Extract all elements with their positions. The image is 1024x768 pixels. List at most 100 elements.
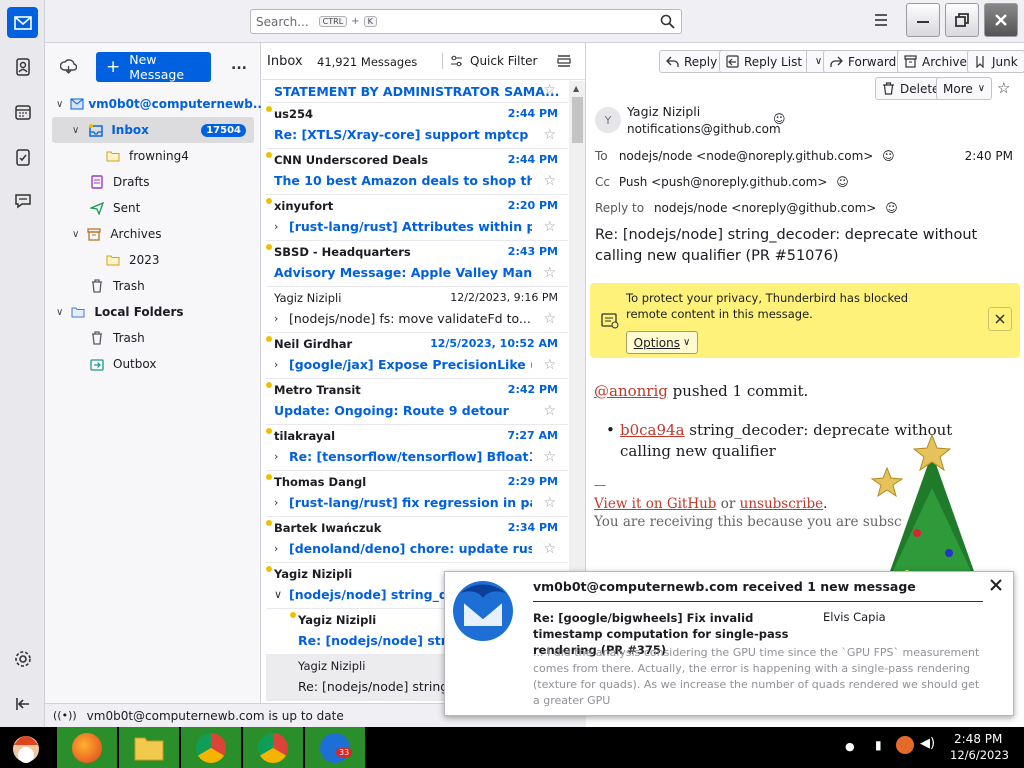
message-row[interactable]: Neil Girdhar 12/5/2023, 10:52 AM › [google/… <box>266 333 568 379</box>
folder-trash[interactable]: Trash <box>45 273 261 299</box>
restore-button[interactable] <box>945 3 979 37</box>
star-icon[interactable]: ☆ <box>543 403 556 419</box>
junk-button[interactable]: Junk <box>967 50 1024 73</box>
star-icon[interactable]: ☆ <box>543 82 556 98</box>
star-icon[interactable]: ☆ <box>543 127 556 143</box>
unread-dot-icon[interactable] <box>266 382 272 388</box>
contact-icon[interactable]: ☺ <box>836 175 849 189</box>
volume-icon[interactable]: ◀) <box>920 736 935 751</box>
reply-to-address[interactable]: nodejs/node <noreply@github.com> <box>654 201 876 215</box>
contact-icon[interactable]: ☺ <box>882 149 895 163</box>
network-icon[interactable]: ▮ <box>875 738 882 752</box>
contact-icon[interactable]: ☺ <box>885 201 898 215</box>
clock-time[interactable]: 2:48 PM <box>954 732 1002 746</box>
reply-button[interactable]: Reply <box>659 50 725 73</box>
unread-dot-icon[interactable] <box>266 198 272 204</box>
chevron-right-icon[interactable]: › <box>274 220 278 233</box>
firefox-taskbar-button[interactable] <box>57 727 117 768</box>
show-hidden-icons-dot[interactable]: ● <box>845 740 855 753</box>
address-book-icon[interactable] <box>7 51 38 82</box>
account-row[interactable]: ∨ vm0b0t@computernewb... <box>45 91 267 117</box>
from-email[interactable]: notifications@github.com <box>627 122 781 136</box>
view-on-github-link[interactable]: View it on GitHub <box>594 496 716 512</box>
user-link[interactable]: @anonrig <box>594 382 668 400</box>
unread-dot-icon[interactable] <box>290 612 296 618</box>
from-name[interactable]: Yagiz Nizipli <box>627 104 700 119</box>
search-input[interactable]: Search... CTRL + K <box>250 9 682 34</box>
star-icon[interactable]: ☆ <box>543 541 556 557</box>
star-icon[interactable]: ☆ <box>997 79 1010 97</box>
chrome-taskbar-button[interactable] <box>181 727 241 768</box>
message-row[interactable]: xinyufort 2:20 PM › [rust-lang/rust] Attrib… <box>266 195 568 241</box>
commit-link[interactable]: b0ca94a <box>620 421 685 439</box>
folder-inbox[interactable]: ∨ Inbox 17504 <box>52 117 254 143</box>
chrome-2-taskbar-button[interactable] <box>243 727 303 768</box>
mail-icon[interactable] <box>7 7 38 38</box>
folder-sent[interactable]: Sent <box>45 195 261 221</box>
unread-dot-icon[interactable] <box>266 474 272 480</box>
close-window-button[interactable] <box>984 3 1018 37</box>
chevron-right-icon[interactable]: › <box>274 542 278 555</box>
folder-2023[interactable]: 2023 <box>45 247 261 273</box>
star-icon[interactable]: ☆ <box>543 495 556 511</box>
chat-icon[interactable] <box>7 185 38 216</box>
thunderbird-taskbar-button[interactable]: 33 <box>305 727 365 768</box>
message-row[interactable]: Yagiz Nizipli 12/2/2023, 9:16 PM › [nodejs/… <box>266 287 568 333</box>
archive-button[interactable]: Archive <box>897 50 974 73</box>
star-icon[interactable]: ☆ <box>543 357 556 373</box>
new-mail-notification[interactable]: vm0b0t@computernewb.com received 1 new m… <box>444 571 1014 716</box>
thunderbird-tray-icon[interactable] <box>896 736 914 754</box>
tasks-icon[interactable] <box>7 141 38 172</box>
star-icon[interactable]: ☆ <box>543 173 556 189</box>
folder-drafts[interactable]: Drafts <box>45 169 261 195</box>
star-icon[interactable]: ☆ <box>543 449 556 465</box>
scroll-thumb[interactable] <box>572 97 583 143</box>
star-icon[interactable]: ☆ <box>543 311 556 327</box>
folder-frowning4[interactable]: frowning4 <box>45 143 261 169</box>
new-message-button[interactable]: + New Message <box>96 52 211 82</box>
clock-date[interactable]: 12/6/2023 <box>950 748 1009 762</box>
folder-pane-more-button[interactable]: ... <box>231 57 247 73</box>
pinned-message-row[interactable]: STATEMENT BY ADMINISTRATOR SAMA... ☆ <box>266 81 568 103</box>
message-row[interactable]: Bartek Iwańczuk 2:34 PM › [denoland/deno] c… <box>266 517 568 563</box>
chevron-down-icon[interactable]: ∨ <box>274 588 282 601</box>
popup-close-button[interactable] <box>990 579 1002 594</box>
file-manager-taskbar-button[interactable] <box>119 727 179 768</box>
chevron-right-icon[interactable]: › <box>274 358 278 371</box>
star-icon[interactable]: ☆ <box>543 219 556 235</box>
chevron-right-icon[interactable]: › <box>274 496 278 509</box>
minimize-button[interactable] <box>906 3 940 37</box>
search-icon[interactable] <box>660 14 675 32</box>
message-row[interactable]: tilakrayal 7:27 AM › Re: [tensorflow/tensor… <box>266 425 568 471</box>
unread-dot-icon[interactable] <box>266 566 272 572</box>
unread-dot-icon[interactable] <box>266 244 272 250</box>
more-button[interactable]: More ∨ <box>936 77 993 100</box>
close-notice-button[interactable] <box>988 307 1012 331</box>
message-row[interactable]: CNN Underscored Deals 2:44 PM The 10 best … <box>266 149 568 195</box>
reply-list-button[interactable]: Reply List ∨ <box>719 50 832 73</box>
message-row[interactable]: Thomas Dangl 2:29 PM › [rust-lang/rust] fix… <box>266 471 568 517</box>
start-button[interactable] <box>6 730 46 766</box>
folder-outbox[interactable]: Outbox <box>45 351 261 377</box>
unread-dot-icon[interactable] <box>266 336 272 342</box>
app-menu-icon[interactable] <box>873 13 889 27</box>
chevron-right-icon[interactable]: › <box>274 450 278 463</box>
message-row[interactable]: us254 2:44 PM Re: [XTLS/Xray-core] support… <box>266 103 568 149</box>
unread-dot-icon[interactable] <box>266 106 272 112</box>
local-folders-row[interactable]: ∨ Local Folders <box>45 299 261 325</box>
folder-local-trash[interactable]: Trash <box>45 325 261 351</box>
folder-archives[interactable]: ∨ Archives <box>45 221 261 247</box>
collapse-spaces-icon[interactable] <box>7 688 38 719</box>
online-status-icon[interactable]: ((•)) <box>53 709 77 722</box>
unread-dot-icon[interactable] <box>266 152 272 158</box>
message-row[interactable]: SBSD - Headquarters 2:43 PM Advisory Messa… <box>266 241 568 287</box>
settings-icon[interactable] <box>7 643 38 674</box>
unsubscribe-link[interactable]: unsubscribe <box>740 496 824 512</box>
unread-dot-icon[interactable] <box>266 428 272 434</box>
contact-icon[interactable]: ☺ <box>773 112 786 126</box>
unread-dot-icon[interactable] <box>266 520 272 526</box>
quick-filter-button[interactable]: Quick Filter <box>450 54 537 68</box>
display-options-icon[interactable] <box>557 54 571 71</box>
chevron-right-icon[interactable]: › <box>274 312 278 325</box>
scroll-up-arrow[interactable]: ▲ <box>573 84 579 93</box>
